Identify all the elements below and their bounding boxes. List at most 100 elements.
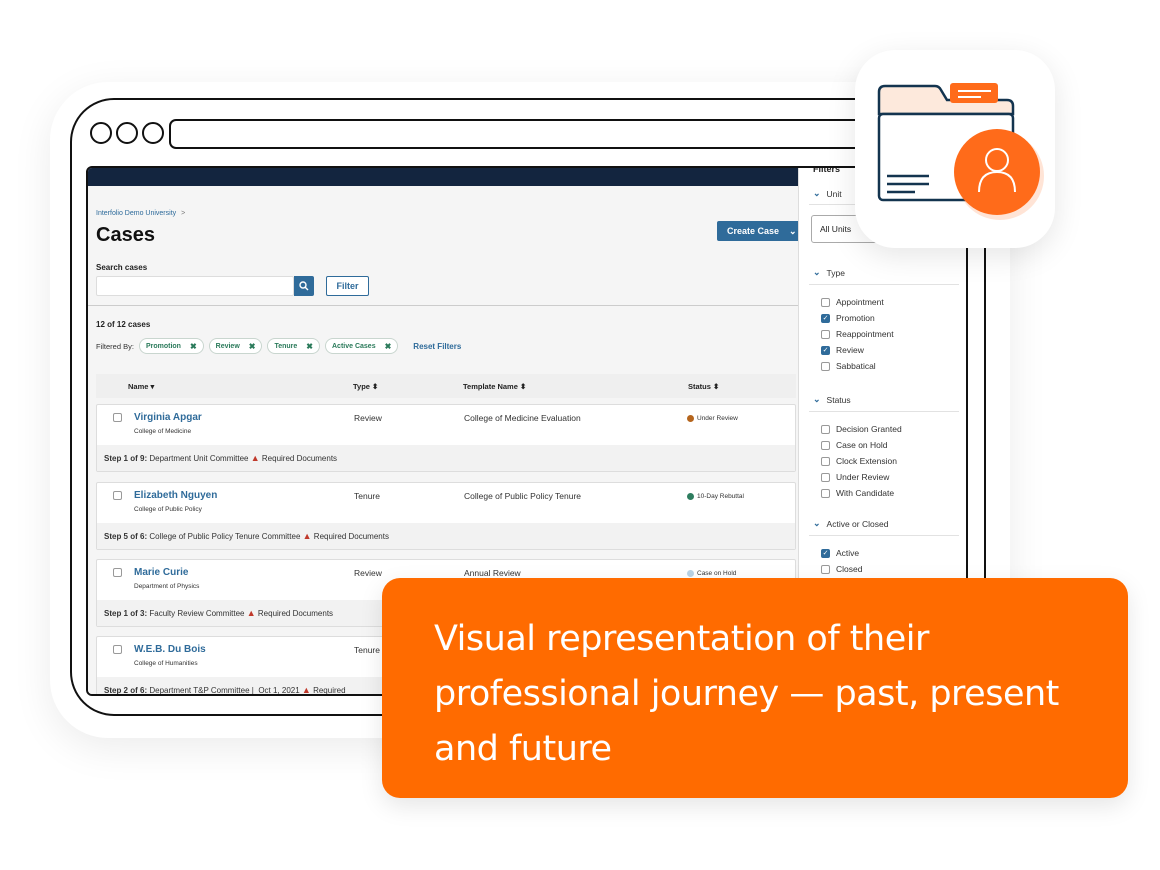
type-option[interactable]: Appointment — [821, 297, 884, 307]
option-label: Clock Extension — [836, 456, 897, 466]
search-button[interactable] — [294, 276, 314, 296]
option-label: Review — [836, 345, 864, 355]
sort-icon: ⬍ — [519, 382, 527, 391]
search-icon — [299, 281, 309, 291]
case-name-link[interactable]: Elizabeth Nguyen — [134, 490, 217, 501]
case-name-link[interactable]: Virginia Apgar — [134, 412, 202, 423]
status-option[interactable]: With Candidate — [821, 488, 894, 498]
status-option[interactable]: Under Review — [821, 472, 889, 482]
checkbox-icon[interactable] — [821, 564, 830, 574]
divider — [88, 305, 798, 306]
type-option[interactable]: Reappointment — [821, 329, 894, 339]
column-header-name[interactable]: Name ▾ — [128, 382, 154, 391]
window-control-icon[interactable] — [116, 122, 138, 144]
row-checkbox[interactable] — [113, 568, 122, 577]
status-option[interactable]: Case on Hold — [821, 440, 888, 450]
type-option[interactable]: ✓ Promotion — [821, 313, 875, 323]
row-checkbox[interactable] — [113, 413, 122, 422]
sort-icon: ⬍ — [713, 382, 720, 391]
window-control-icon[interactable] — [90, 122, 112, 144]
breadcrumb: Interfolio Demo University > — [96, 210, 185, 217]
filter-chip-tenure[interactable]: Tenure ✖ — [267, 338, 320, 354]
option-label: Promotion — [836, 313, 875, 323]
column-header-status[interactable]: Status ⬍ — [688, 382, 719, 391]
option-label: Sabbatical — [836, 361, 876, 371]
section-toggle-type[interactable]: ⌄ Type — [813, 267, 845, 278]
warning-icon: ▲ — [246, 608, 256, 618]
type-option[interactable]: ✓ Review — [821, 345, 864, 355]
breadcrumb-separator: > — [181, 210, 186, 217]
create-case-button[interactable]: Create Case ⌄ — [717, 221, 807, 241]
checkbox-icon[interactable] — [821, 440, 830, 450]
warning-text: Required Documents — [313, 532, 389, 541]
marketing-illustration: Interfolio Demo University > Cases Creat… — [0, 0, 1160, 870]
remove-icon[interactable]: ✖ — [249, 342, 256, 351]
chevron-down-icon: ⌄ — [813, 267, 821, 277]
filter-chip-active-cases[interactable]: Active Cases ✖ — [325, 338, 399, 354]
checkbox-checked-icon[interactable]: ✓ — [821, 548, 830, 558]
status-dot-icon — [687, 493, 694, 500]
checkbox-icon[interactable] — [821, 424, 830, 434]
warning-text: Required Documents — [257, 609, 334, 618]
checkbox-icon[interactable] — [821, 361, 830, 371]
chevron-down-icon: ⌄ — [813, 518, 821, 528]
divider — [809, 535, 959, 536]
section-toggle-unit[interactable]: ⌄ Unit — [813, 188, 842, 199]
checkbox-icon[interactable] — [821, 472, 830, 482]
case-step: Step 5 of 6: College of Public Policy Te… — [97, 523, 795, 549]
breadcrumb-link[interactable]: Interfolio Demo University — [96, 210, 176, 217]
create-case-label: Create Case — [727, 226, 780, 236]
status-dot-icon — [687, 570, 694, 577]
case-count: 12 of 12 cases — [96, 320, 151, 329]
checkbox-checked-icon[interactable]: ✓ — [821, 345, 830, 355]
tagline-banner: Visual representation of their professio… — [382, 578, 1128, 798]
checkbox-icon[interactable] — [821, 297, 830, 307]
option-label: Appointment — [836, 297, 884, 307]
column-header-type[interactable]: Type ⬍ — [353, 382, 378, 391]
step-date: Oct 1, 2021 — [258, 686, 300, 695]
column-header-template[interactable]: Template Name ⬍ — [463, 382, 526, 391]
remove-icon[interactable]: ✖ — [306, 342, 313, 351]
section-label: Unit — [826, 188, 842, 199]
case-type: Review — [354, 413, 382, 423]
chip-label: Tenure — [274, 342, 298, 350]
section-toggle-status[interactable]: ⌄ Status — [813, 394, 851, 405]
checkbox-icon[interactable] — [821, 488, 830, 498]
row-checkbox[interactable] — [113, 645, 122, 654]
status-option[interactable]: Decision Granted — [821, 424, 902, 434]
active-option[interactable]: ✓ Active — [821, 548, 859, 558]
option-label: Closed — [836, 564, 863, 574]
case-type: Review — [354, 568, 382, 578]
remove-icon[interactable]: ✖ — [190, 342, 197, 351]
chevron-down-icon: ⌄ — [813, 394, 821, 404]
status-option[interactable]: Clock Extension — [821, 456, 897, 466]
status-badge: Under Review — [687, 415, 738, 422]
type-option[interactable]: Sabbatical — [821, 361, 876, 371]
warning-icon: ▲ — [301, 685, 311, 695]
search-label: Search cases — [96, 263, 148, 272]
row-checkbox[interactable] — [113, 491, 122, 500]
reset-filters-link[interactable]: Reset Filters — [413, 342, 461, 351]
active-option[interactable]: Closed — [821, 564, 862, 574]
chip-label: Promotion — [145, 342, 181, 350]
folder-person-icon — [877, 83, 1044, 220]
search-input[interactable] — [96, 276, 294, 296]
checkbox-checked-icon[interactable]: ✓ — [821, 313, 830, 323]
window-control-icon[interactable] — [142, 122, 164, 144]
filter-button[interactable]: Filter — [326, 276, 369, 296]
status-badge: 10-Day Rebuttal — [687, 493, 744, 500]
filter-chip-review[interactable]: Review ✖ — [208, 338, 263, 354]
option-label: Under Review — [836, 472, 890, 482]
filter-chip-promotion[interactable]: Promotion ✖ — [138, 338, 204, 354]
checkbox-icon[interactable] — [821, 456, 830, 466]
case-name-link[interactable]: Marie Curie — [134, 567, 188, 578]
checkbox-icon[interactable] — [821, 329, 830, 339]
option-label: Active — [836, 548, 860, 558]
case-step: Step 1 of 9: Department Unit Committee ▲… — [97, 445, 795, 471]
remove-icon[interactable]: ✖ — [385, 342, 392, 351]
address-bar[interactable] — [169, 119, 889, 149]
case-name-link[interactable]: W.E.B. Du Bois — [134, 644, 206, 655]
case-type: Tenure — [354, 645, 380, 655]
status-badge: Case on Hold — [687, 570, 736, 577]
section-toggle-active[interactable]: ⌄ Active or Closed — [813, 518, 888, 529]
